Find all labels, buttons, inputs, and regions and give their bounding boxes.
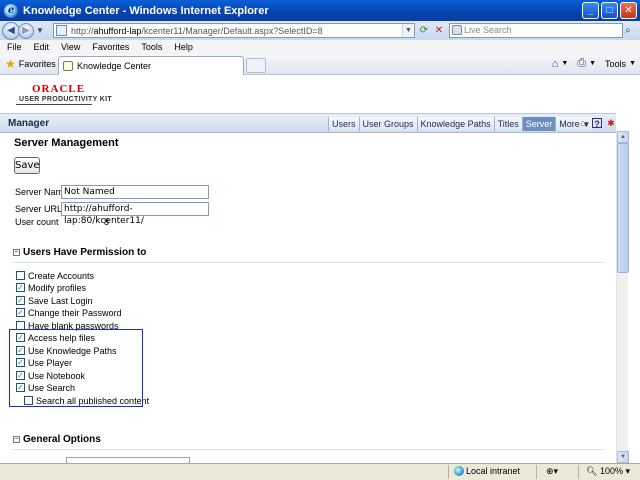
menu-view[interactable]: View xyxy=(61,42,80,52)
address-dropdown-icon[interactable]: ▼ xyxy=(402,24,414,37)
page-content: ORACLE USER PRODUCTIVITY KIT Manager Use… xyxy=(0,75,640,463)
status-divider xyxy=(578,465,579,479)
tools-menu[interactable]: Tools xyxy=(605,59,626,69)
home-icon[interactable]: ⌂ xyxy=(552,58,559,70)
server-url-field[interactable]: http://ahufford-lap:80/kcenter11/ xyxy=(61,202,209,226)
search-go-icon[interactable]: ⌕ xyxy=(625,25,637,37)
general-options-heading[interactable]: − General Options xyxy=(13,434,101,445)
page-icon xyxy=(56,25,67,36)
new-tab-button[interactable] xyxy=(246,58,266,73)
permission-label: Create Accounts xyxy=(28,270,95,281)
permission-item[interactable]: ✓ Modify profiles xyxy=(16,282,86,293)
page-scrollbar[interactable]: ▲ ▼ xyxy=(616,131,629,463)
help-icon[interactable]: ? xyxy=(592,118,602,129)
nav-knowledge-paths[interactable]: Knowledge Paths xyxy=(416,117,494,131)
title-bar: e Knowledge Center - Windows Internet Ex… xyxy=(0,0,640,21)
ie-logo-icon: e xyxy=(4,3,18,18)
security-zone: Local intranet xyxy=(466,466,521,476)
scroll-up-icon[interactable]: ▲ xyxy=(617,131,629,143)
address-field[interactable]: http://ahufford-lap/kcenter11/Manager/De… xyxy=(53,23,415,38)
permission-item[interactable]: ✓ Change their Password xyxy=(16,307,122,318)
permission-label: Modify profiles xyxy=(28,282,87,293)
nav-user-groups[interactable]: User Groups xyxy=(358,117,417,131)
protected-mode-icon[interactable]: ⊕▾ xyxy=(546,466,558,477)
header-logo-area: ORACLE USER PRODUCTIVITY KIT xyxy=(0,75,616,113)
tab-page-icon xyxy=(63,61,73,71)
user-count-value: 8 xyxy=(104,217,110,227)
server-name-field[interactable]: Not Named xyxy=(61,185,209,199)
manager-title: Manager xyxy=(8,118,50,129)
print-icon[interactable]: ⎙ xyxy=(577,57,586,70)
nav-users[interactable]: Users xyxy=(328,117,359,131)
section-divider xyxy=(13,449,605,450)
zoom-level[interactable]: 🔍︎ 100% ▾ xyxy=(586,466,630,477)
save-button[interactable]: Save xyxy=(14,157,40,174)
window-controls: _ □ ✕ xyxy=(582,2,637,19)
nav-server[interactable]: Server xyxy=(521,117,556,131)
forward-button[interactable]: ▶ xyxy=(18,22,34,39)
menu-favorites[interactable]: Favorites xyxy=(92,42,129,52)
checkbox-unchecked[interactable] xyxy=(16,271,25,280)
globe-icon xyxy=(454,466,464,476)
nav-history-dropdown[interactable]: ▼ xyxy=(36,26,44,35)
star-icon: ★ xyxy=(5,57,16,71)
manager-bar: Manager Users User Groups Knowledge Path… xyxy=(0,113,616,133)
nav-titles[interactable]: Titles xyxy=(493,117,522,131)
scroll-thumb[interactable] xyxy=(617,143,629,273)
manager-icons: ⌂ ? ✱ xyxy=(578,118,616,129)
menu-file[interactable]: File xyxy=(7,42,22,52)
command-bar: ⌂ ▼ ⎙ ▼ Tools ▼ xyxy=(551,57,636,70)
scroll-down-icon[interactable]: ▼ xyxy=(617,451,629,463)
favorites-bar: ★ Favorites Knowledge Center ⌂ ▼ ⎙ ▼ Tools… xyxy=(0,54,640,75)
checkbox-checked[interactable]: ✓ xyxy=(16,308,25,317)
browser-tab[interactable]: Knowledge Center xyxy=(58,56,244,75)
checkbox-checked[interactable]: ✓ xyxy=(16,296,25,305)
permission-label: Save Last Login xyxy=(28,295,93,306)
home-icon[interactable]: ⌂ xyxy=(578,118,588,128)
checkbox-checked[interactable]: ✓ xyxy=(16,283,25,292)
page-title: Server Management xyxy=(14,137,119,149)
logo-divider xyxy=(16,104,92,105)
status-divider xyxy=(536,465,537,479)
search-input[interactable]: Live Search xyxy=(449,23,623,38)
oracle-logo: ORACLE xyxy=(32,83,86,95)
permission-item[interactable]: ✓ Save Last Login xyxy=(16,295,93,306)
stop-icon[interactable]: ✕ xyxy=(432,24,446,38)
permission-item[interactable]: Create Accounts xyxy=(16,270,94,281)
refresh-icon[interactable]: ⟳ xyxy=(417,24,431,38)
permissions-heading[interactable]: − Users Have Permission to xyxy=(13,247,146,258)
favorites-button[interactable]: ★ Favorites xyxy=(0,57,56,71)
menu-edit[interactable]: Edit xyxy=(34,42,50,52)
maximize-button[interactable]: □ xyxy=(601,2,618,19)
address-text: http://ahufford-lap/kcenter11/Manager/De… xyxy=(71,25,323,36)
window-title: Knowledge Center - Windows Internet Expl… xyxy=(23,4,269,17)
permission-label: Change their Password xyxy=(28,307,122,318)
minimize-button[interactable]: _ xyxy=(582,2,599,19)
status-bar: Local intranet ⊕▾ 🔍︎ 100% ▾ xyxy=(0,463,640,480)
menu-tools[interactable]: Tools xyxy=(141,42,162,52)
menu-bar: File Edit View Favorites Tools Help xyxy=(0,40,640,54)
section-divider xyxy=(13,262,605,263)
live-search-icon xyxy=(452,25,462,35)
manager-nav: Users User Groups Knowledge Paths Titles… xyxy=(328,117,594,131)
logout-icon[interactable]: ✱ xyxy=(606,118,616,128)
address-row: ◀ ▶ ▼ http://ahufford-lap/kcenter11/Mana… xyxy=(0,21,640,40)
server-url-label: Server URL xyxy=(15,204,63,214)
menu-help[interactable]: Help xyxy=(174,42,193,52)
collapse-icon[interactable]: − xyxy=(13,436,20,443)
product-name: USER PRODUCTIVITY KIT xyxy=(19,96,112,103)
status-divider xyxy=(448,465,449,479)
user-count-label: User count xyxy=(15,217,59,227)
collapse-icon[interactable]: − xyxy=(13,249,20,256)
highlight-box xyxy=(9,329,143,407)
close-button[interactable]: ✕ xyxy=(620,2,637,19)
